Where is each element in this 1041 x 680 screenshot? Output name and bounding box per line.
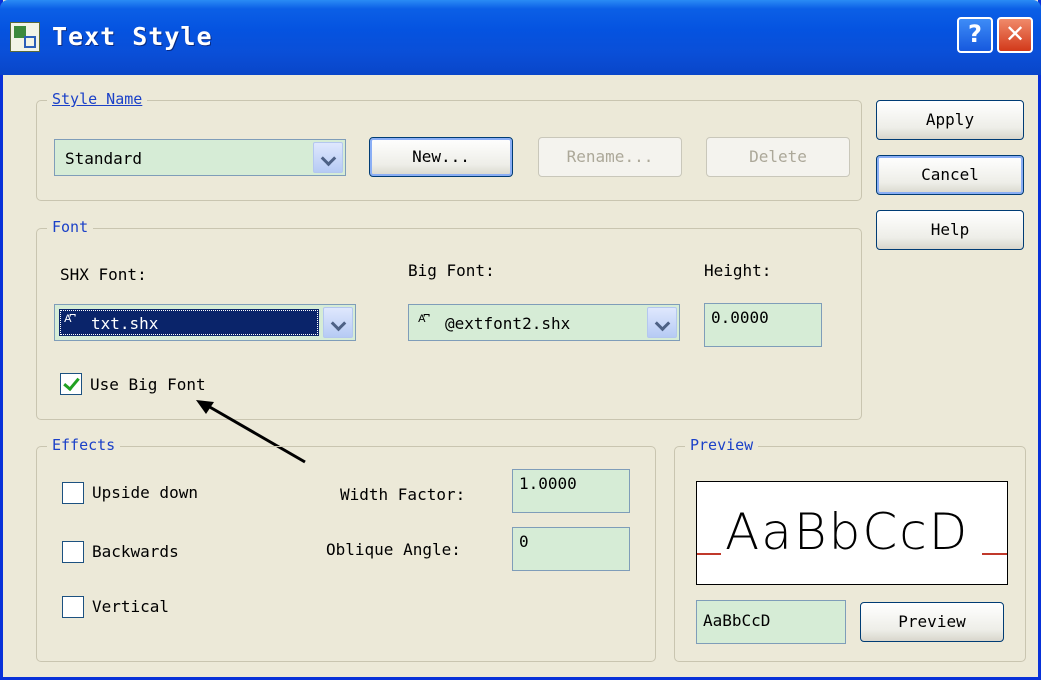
oblique-angle-label: Oblique Angle: [326,540,461,559]
title-help-button[interactable]: ? [957,17,993,53]
title-bar[interactable]: Text Style ? ✕ [0,0,1041,75]
big-font-icon: ᴬ͆ [417,311,427,330]
chevron-down-icon[interactable] [647,307,677,338]
new-button[interactable]: New... [369,137,513,177]
big-font-select[interactable]: ᴬ͆ @extfont2.shx [408,304,680,341]
vertical-checkbox[interactable] [62,596,84,618]
height-label: Height: [704,261,772,280]
height-input[interactable]: 0.0000 [704,303,822,347]
style-name-legend: Style Name [47,88,148,110]
chevron-down-icon[interactable] [313,142,343,173]
shx-font-label: SHX Font: [60,265,147,284]
width-factor-input[interactable]: 1.0000 [512,469,630,513]
preview-legend: Preview [685,434,759,456]
width-factor-label: Width Factor: [340,485,466,504]
preview-text-input[interactable]: AaBbCcD [696,600,846,644]
effects-legend: Effects [47,434,121,456]
shx-font-select[interactable]: ᴬ͆ txt.shx [54,304,356,341]
style-name-select[interactable]: Standard [54,139,346,176]
font-legend: Font [47,216,94,238]
chevron-down-icon[interactable] [323,307,353,338]
use-big-font-label[interactable]: Use Big Font [90,374,206,396]
preview-button[interactable]: Preview [860,602,1004,642]
style-name-value: Standard [65,149,143,168]
big-font-value: @extfont2.shx [445,314,571,333]
oblique-angle-input[interactable]: 0 [512,527,630,571]
apply-button[interactable]: Apply [876,100,1024,140]
window-title: Text Style [52,22,213,51]
baseline-right [982,553,1007,555]
vertical-label[interactable]: Vertical [92,596,169,618]
style-name-legend-s: Style Name [52,90,143,108]
preview-canvas: AaBbCcD [696,481,1008,585]
close-button[interactable]: ✕ [997,17,1033,53]
shx-font-icon: ᴬ͆ [63,311,73,330]
preview-sample-text: AaBbCcD [725,503,970,561]
use-big-font-checkbox[interactable] [60,373,82,395]
baseline-left [697,553,721,555]
help-button[interactable]: Help [876,210,1024,250]
upside-down-label[interactable]: Upside down [92,482,198,504]
app-icon [10,22,40,52]
big-font-label: Big Font: [408,261,495,280]
upside-down-checkbox[interactable] [62,482,84,504]
backwards-label[interactable]: Backwards [92,541,179,563]
rename-button[interactable]: Rename... [538,137,682,177]
cancel-button[interactable]: Cancel [876,155,1024,195]
delete-button[interactable]: Delete [706,137,850,177]
backwards-checkbox[interactable] [62,541,84,563]
shx-font-value: txt.shx [91,314,159,333]
